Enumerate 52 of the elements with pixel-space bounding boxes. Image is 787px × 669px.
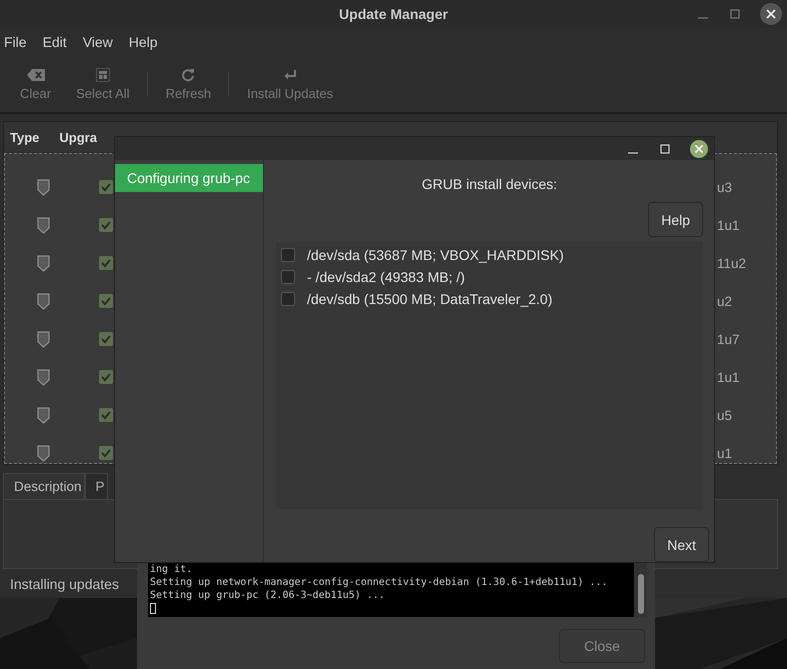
scrollbar-thumb[interactable] [638, 574, 644, 614]
table-cell-text: u2 [717, 294, 734, 308]
device-label[interactable]: /dev/sda (53687 MB; VBOX_HARDDISK) [307, 247, 564, 263]
checkbox[interactable] [99, 294, 113, 308]
tab[interactable]: P [84, 473, 108, 499]
table-cell-text: 1u7 [717, 332, 741, 346]
maximize-icon[interactable] [658, 142, 672, 156]
checkbox[interactable] [281, 292, 295, 306]
menu-item[interactable]: Edit [42, 34, 67, 50]
checkbox[interactable] [99, 218, 113, 232]
checkbox[interactable] [99, 256, 113, 270]
shield-icon [37, 368, 50, 386]
status-text: Installing updates [10, 576, 119, 592]
device-label[interactable]: /dev/sdb (15500 MB; DataTraveler_2.0) [307, 291, 552, 307]
column-header[interactable]: Type [10, 130, 40, 144]
shield-icon [37, 178, 50, 196]
menu-item[interactable]: View [82, 34, 113, 50]
menu-item[interactable]: File [4, 34, 27, 50]
close-icon[interactable] [760, 3, 782, 25]
checkbox[interactable] [99, 370, 113, 384]
table-cell-text: 1u1 [717, 218, 741, 232]
checkbox[interactable] [281, 248, 295, 262]
select-all-icon [96, 68, 110, 82]
checkbox[interactable] [99, 332, 113, 346]
device-label[interactable]: - /dev/sda2 (49383 MB; /) [307, 269, 465, 285]
shield-icon [37, 254, 50, 272]
table-cell-text: 1u1 [717, 370, 741, 384]
shield-icon [37, 444, 50, 462]
window-title: Update Manager [339, 6, 448, 22]
menu-item[interactable]: Help [128, 34, 158, 50]
dialog-heading: GRUB install devices: [422, 176, 558, 192]
shield-icon [37, 216, 50, 234]
table-cell-text: u3 [717, 180, 734, 194]
return-arrow-icon [283, 68, 298, 82]
table-cell-text: 11u2 [717, 256, 748, 270]
shield-icon [37, 406, 50, 424]
table-cell-text: u5 [717, 408, 734, 422]
next-button[interactable]: Next [654, 527, 709, 562]
help-button[interactable]: Help [648, 202, 703, 237]
shield-icon [37, 330, 50, 348]
cursor-icon [150, 602, 156, 614]
close-icon[interactable] [690, 140, 708, 158]
checkbox[interactable] [99, 180, 113, 194]
clear-icon [26, 68, 46, 82]
tab[interactable]: Description [3, 473, 85, 499]
checkbox[interactable] [281, 270, 295, 284]
shield-icon [37, 292, 50, 310]
column-header[interactable]: Upgra [59, 130, 97, 144]
table-cell-text: u1 [717, 446, 734, 460]
refresh-icon [181, 68, 196, 82]
checkbox[interactable] [99, 446, 113, 460]
checkbox[interactable] [99, 408, 113, 422]
